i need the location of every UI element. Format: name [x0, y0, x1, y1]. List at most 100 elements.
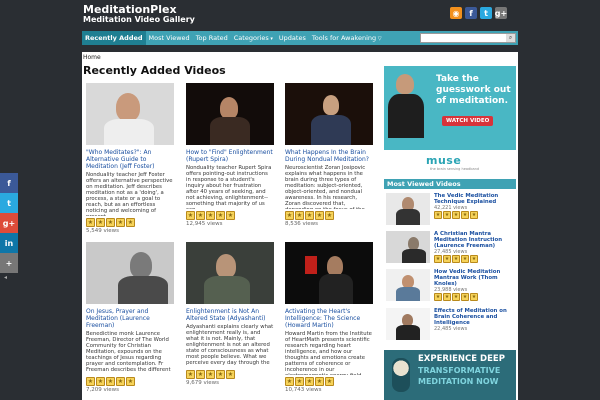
- star-icon[interactable]: ★: [96, 377, 105, 386]
- facebook-icon[interactable]: f: [465, 7, 477, 19]
- linkedin-icon[interactable]: in: [0, 233, 18, 253]
- video-title-link[interactable]: Effects of Meditation on Brain Coherence…: [434, 308, 516, 326]
- video-thumbnail[interactable]: [386, 231, 430, 263]
- star-icon[interactable]: ★: [443, 293, 451, 301]
- star-icon[interactable]: ★: [295, 377, 304, 386]
- video-thumbnail[interactable]: [285, 83, 373, 145]
- star-rating[interactable]: ★ ★ ★ ★ ★: [186, 211, 274, 220]
- star-icon[interactable]: ★: [325, 211, 334, 220]
- star-icon[interactable]: ★: [295, 211, 304, 220]
- star-icon[interactable]: ★: [470, 211, 478, 219]
- star-rating[interactable]: ★ ★ ★ ★ ★: [434, 211, 478, 219]
- star-icon[interactable]: ★: [285, 211, 294, 220]
- nav-most-viewed[interactable]: Most Viewed: [146, 31, 193, 45]
- video-title-link[interactable]: A Christian Mantra Meditation Instructio…: [434, 231, 516, 249]
- video-title-link[interactable]: Enlightenment is Not An Altered State (A…: [186, 308, 274, 322]
- search-input[interactable]: ⌕: [420, 33, 516, 43]
- meditation-ad[interactable]: EXPERIENCE DEEP TRANSFORMATIVE MEDITATIO…: [384, 350, 516, 400]
- video-thumbnail[interactable]: [285, 242, 373, 304]
- star-icon[interactable]: ★: [226, 211, 235, 220]
- video-thumbnail[interactable]: [186, 83, 274, 145]
- video-thumbnail[interactable]: [386, 269, 430, 301]
- star-icon[interactable]: ★: [285, 377, 294, 386]
- video-thumbnail[interactable]: [86, 83, 174, 145]
- video-title-link[interactable]: What Happens In the Brain During Nondual…: [285, 149, 373, 163]
- twitter-icon[interactable]: t: [480, 7, 492, 19]
- share-bar: f t g+ in + ◂: [0, 173, 18, 281]
- view-count: 5,549 views: [86, 228, 120, 234]
- nav-updates[interactable]: Updates: [276, 31, 309, 45]
- star-icon[interactable]: ★: [216, 370, 225, 379]
- nav-tools[interactable]: Tools for Awakening ▽: [309, 31, 385, 45]
- star-rating[interactable]: ★ ★ ★ ★ ★: [285, 211, 373, 220]
- star-icon[interactable]: ★: [116, 218, 125, 227]
- video-thumbnail[interactable]: [386, 308, 430, 340]
- star-icon[interactable]: ★: [126, 218, 135, 227]
- more-icon[interactable]: +: [0, 253, 18, 273]
- video-title-link[interactable]: On Jesus, Prayer and Meditation (Laurenc…: [86, 308, 174, 329]
- star-icon[interactable]: ★: [470, 293, 478, 301]
- star-icon[interactable]: ★: [452, 211, 460, 219]
- rss-icon[interactable]: ◉: [450, 7, 462, 19]
- star-icon[interactable]: ★: [434, 293, 442, 301]
- muse-ad[interactable]: Take the guesswork out of meditation. WA…: [384, 66, 516, 176]
- star-icon[interactable]: ★: [186, 370, 195, 379]
- star-icon[interactable]: ★: [461, 293, 469, 301]
- watch-video-button[interactable]: WATCH VIDEO: [442, 116, 494, 126]
- video-title-link[interactable]: How Vedic Meditation Mantras Work (Thom …: [434, 269, 516, 287]
- nav-categories[interactable]: Categories ▾: [231, 31, 276, 45]
- star-icon[interactable]: ★: [315, 211, 324, 220]
- star-icon[interactable]: ★: [96, 218, 105, 227]
- twitter-icon[interactable]: t: [0, 193, 18, 213]
- star-icon[interactable]: ★: [116, 377, 125, 386]
- star-rating[interactable]: ★ ★ ★ ★ ★: [434, 255, 478, 263]
- nav-top-rated[interactable]: Top Rated: [193, 31, 231, 45]
- star-rating[interactable]: ★ ★ ★ ★ ★: [86, 377, 174, 386]
- nav-recently-added[interactable]: Recently Added: [82, 31, 146, 45]
- star-icon[interactable]: ★: [305, 211, 314, 220]
- video-thumbnail[interactable]: [86, 242, 174, 304]
- star-icon[interactable]: ★: [434, 255, 442, 263]
- star-rating[interactable]: ★ ★ ★ ★ ★: [285, 377, 373, 386]
- social-icons: ◉ f t g+: [450, 7, 507, 19]
- video-title-link[interactable]: The Vedic Meditation Technique Explained: [434, 193, 516, 205]
- video-title-link[interactable]: How to "Find" Enlightenment (Rupert Spir…: [186, 149, 274, 163]
- star-icon[interactable]: ★: [452, 255, 460, 263]
- star-icon[interactable]: ★: [434, 211, 442, 219]
- star-icon[interactable]: ★: [315, 377, 324, 386]
- star-icon[interactable]: ★: [226, 370, 235, 379]
- star-icon[interactable]: ★: [452, 293, 460, 301]
- star-rating[interactable]: ★ ★ ★ ★ ★: [186, 370, 274, 379]
- star-icon[interactable]: ★: [443, 255, 451, 263]
- star-rating[interactable]: ★ ★ ★ ★ ★: [434, 293, 478, 301]
- google-plus-icon[interactable]: g+: [0, 213, 18, 233]
- google-plus-icon[interactable]: g+: [495, 7, 507, 19]
- star-icon[interactable]: ★: [461, 211, 469, 219]
- star-icon[interactable]: ★: [126, 377, 135, 386]
- star-icon[interactable]: ★: [186, 211, 195, 220]
- video-thumbnail[interactable]: [186, 242, 274, 304]
- hide-share-icon[interactable]: ◂: [0, 274, 18, 281]
- star-icon[interactable]: ★: [206, 370, 215, 379]
- video-title-link[interactable]: Activating the Heart's Intelligence: The…: [285, 308, 373, 329]
- facebook-icon[interactable]: f: [0, 173, 18, 193]
- star-icon[interactable]: ★: [305, 377, 314, 386]
- star-icon[interactable]: ★: [196, 211, 205, 220]
- star-icon[interactable]: ★: [216, 211, 225, 220]
- star-icon[interactable]: ★: [206, 211, 215, 220]
- search-icon[interactable]: ⌕: [506, 34, 515, 42]
- star-icon[interactable]: ★: [106, 377, 115, 386]
- star-icon[interactable]: ★: [325, 377, 334, 386]
- star-icon[interactable]: ★: [106, 218, 115, 227]
- star-icon[interactable]: ★: [443, 211, 451, 219]
- view-count: 9,679 views: [186, 380, 220, 386]
- star-icon[interactable]: ★: [461, 255, 469, 263]
- star-icon[interactable]: ★: [86, 377, 95, 386]
- star-rating[interactable]: ★ ★ ★ ★ ★: [86, 218, 174, 227]
- star-icon[interactable]: ★: [470, 255, 478, 263]
- star-icon[interactable]: ★: [196, 370, 205, 379]
- video-thumbnail[interactable]: [386, 193, 430, 225]
- video-title-link[interactable]: "Who Meditates?": An Alternative Guide t…: [86, 149, 174, 170]
- star-icon[interactable]: ★: [86, 218, 95, 227]
- breadcrumb[interactable]: Home: [83, 54, 101, 61]
